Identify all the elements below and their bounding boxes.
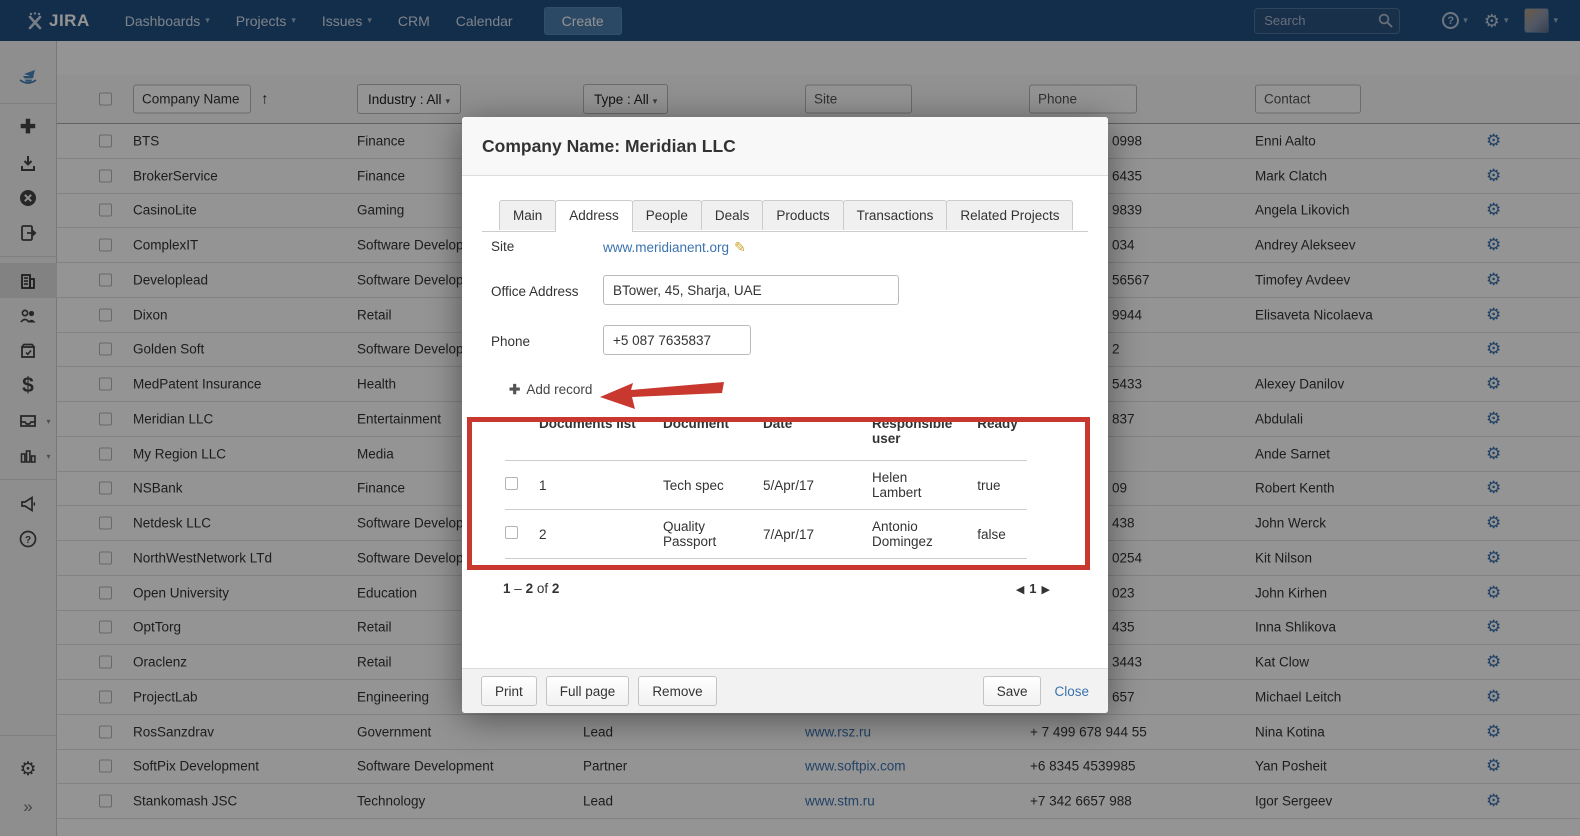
plus-icon: ✚ — [509, 382, 520, 397]
edit-pencil-icon[interactable]: ✎ — [734, 239, 746, 255]
close-link[interactable]: Close — [1054, 684, 1089, 699]
company-dialog: Company Name: Meridian LLC MainAddressPe… — [462, 117, 1108, 713]
annotation-arrow-icon — [595, 376, 727, 416]
full-page-button[interactable]: Full page — [546, 676, 630, 706]
remove-button[interactable]: Remove — [638, 676, 716, 706]
page: JIRA Dashboards▾Projects▾Issues▾CRMCalen… — [0, 0, 1580, 836]
dialog-footer: Print Full page Remove Save Close — [462, 668, 1108, 713]
site-link[interactable]: www.meridianent.org✎ — [603, 239, 746, 256]
dialog-tabs: MainAddressPeopleDealsProductsTransactio… — [482, 200, 1088, 232]
tab-people[interactable]: People — [632, 200, 702, 230]
documents-pagination: 1 – 2 of 2 — [503, 581, 559, 596]
documents-pager: ◀ 1 ▶ — [1016, 581, 1050, 596]
site-field-label: Site — [491, 239, 514, 254]
office-address-input[interactable] — [603, 275, 899, 305]
tab-main[interactable]: Main — [499, 200, 556, 230]
print-button[interactable]: Print — [481, 676, 537, 706]
prev-page-icon[interactable]: ◀ — [1016, 584, 1024, 596]
tab-products[interactable]: Products — [762, 200, 843, 230]
phone-input[interactable] — [603, 325, 751, 355]
phone-field-label: Phone — [491, 334, 530, 349]
tab-address[interactable]: Address — [555, 200, 633, 232]
dialog-header: Company Name: Meridian LLC — [462, 117, 1108, 176]
office-address-field-label: Office Address — [491, 284, 579, 299]
tab-transactions[interactable]: Transactions — [843, 200, 948, 230]
current-page[interactable]: 1 — [1029, 581, 1036, 596]
annotation-highlight-box — [467, 417, 1090, 570]
tab-deals[interactable]: Deals — [701, 200, 764, 230]
next-page-icon[interactable]: ▶ — [1042, 584, 1050, 596]
save-button[interactable]: Save — [983, 676, 1042, 706]
tab-related-projects[interactable]: Related Projects — [946, 200, 1073, 230]
add-record-link[interactable]: ✚Add record — [509, 382, 592, 398]
dialog-title: Company Name: Meridian LLC — [482, 136, 736, 157]
